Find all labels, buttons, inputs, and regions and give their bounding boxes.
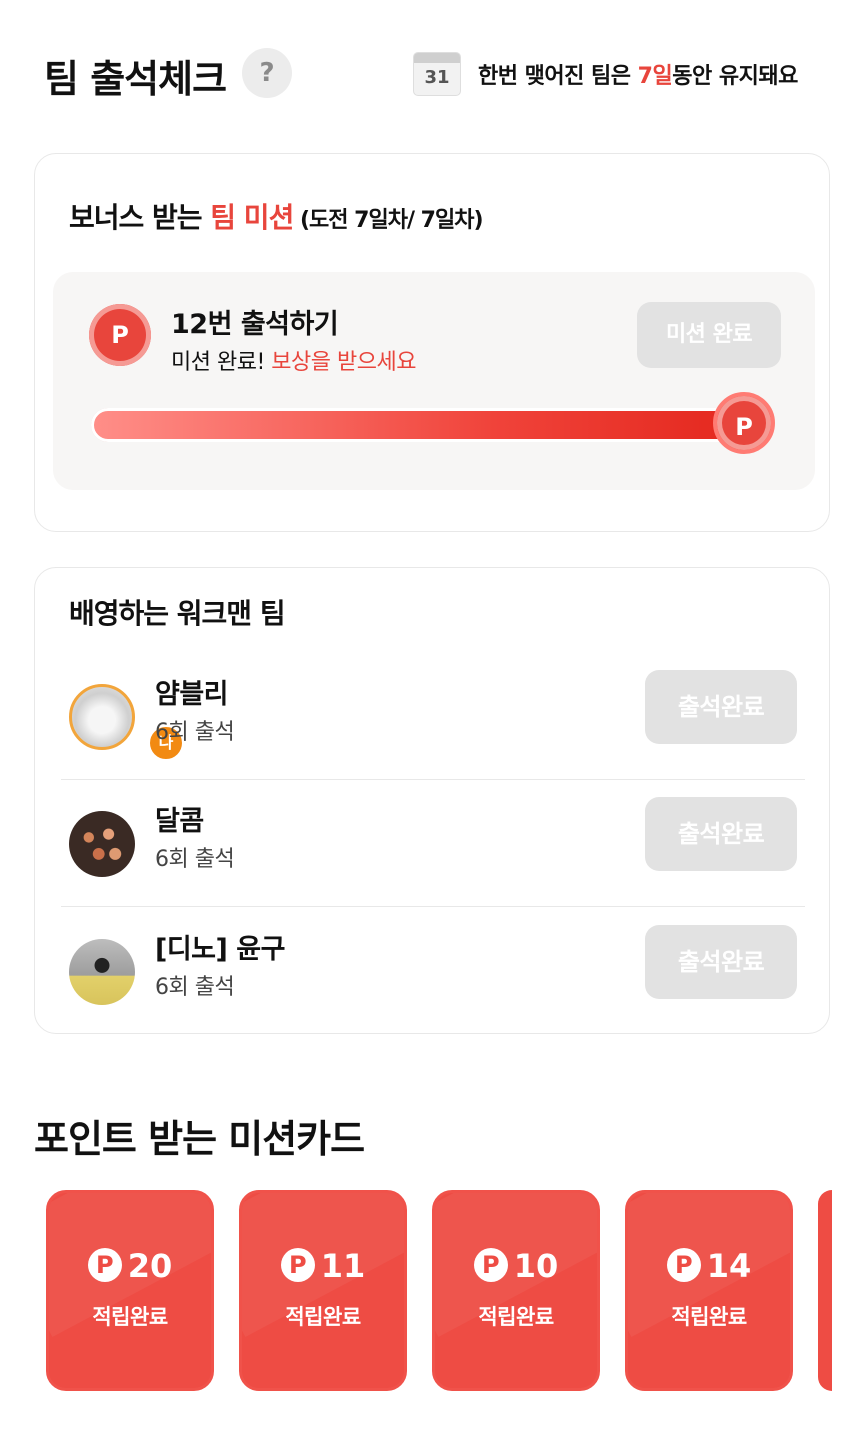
point-card-status: 적립완료 (285, 1305, 361, 1329)
avatar (69, 939, 135, 1005)
page-title: 팀 출석체크 (44, 57, 227, 101)
point-card-status: 적립완료 (671, 1305, 747, 1329)
member-attendance-count: 6회 출석 (155, 975, 235, 1000)
team-title: 배영하는 워크맨 팀 (69, 597, 286, 630)
duration-highlight: 7일 (637, 64, 673, 89)
help-button[interactable]: ? (242, 48, 292, 98)
attendance-complete-button[interactable]: 출석완료 (645, 925, 797, 999)
member-name: 달콤 (155, 806, 204, 837)
divider (61, 906, 805, 907)
member-attendance-count: 6회 출석 (155, 720, 235, 745)
member-row: [디노] 윤구 6회 출석 출석완료 (63, 913, 805, 1039)
member-name: [디노] 윤구 (155, 934, 285, 965)
point-mission-card[interactable]: P 14 적립완료 (625, 1190, 793, 1391)
mission-progress-fill (91, 408, 763, 442)
mission-box: P 12번 출석하기 미션 완료! 보상을 받으세요 미션 완료 P (53, 272, 815, 490)
avatar (69, 811, 135, 877)
mission-name: 12번 출석하기 (171, 309, 339, 340)
point-coin-icon: P (473, 1248, 508, 1282)
point-mission-card[interactable]: P 11 적립완료 (239, 1190, 407, 1391)
mission-cards-title: 포인트 받는 미션카드 (34, 1117, 365, 1161)
member-row: 달콤 6회 출석 출석완료 (63, 785, 805, 911)
member-row: 나 얌블리 6회 출석 출석완료 (63, 658, 805, 784)
mission-status: 미션 완료! 보상을 받으세요 (171, 350, 416, 375)
team-card: 배영하는 워크맨 팀 나 얌블리 6회 출석 출석완료 달콤 6회 출석 출석완… (34, 567, 830, 1034)
point-mission-card-peek[interactable] (818, 1190, 832, 1391)
team-duration-note: 한번 맺어진 팀은 7일동안 유지돼요 (478, 64, 798, 89)
mission-title: 보너스 받는 팀 미션 (도전 7일차/ 7일차) (69, 201, 484, 234)
point-amount: P 20 (49, 1247, 211, 1285)
calendar-icon: 31 (413, 52, 461, 96)
point-amount: P 14 (628, 1247, 790, 1285)
member-attendance-count: 6회 출석 (155, 847, 235, 872)
point-mission-card[interactable]: P 20 적립완료 (46, 1190, 214, 1391)
point-coin-icon: P (87, 1248, 122, 1282)
point-card-status: 적립완료 (478, 1305, 554, 1329)
calendar-date: 31 (424, 67, 450, 88)
header: 팀 출석체크 ? 31 한번 맺어진 팀은 7일동안 유지돼요 (0, 0, 864, 140)
attendance-complete-button[interactable]: 출석완료 (645, 797, 797, 871)
point-coin-icon: P (280, 1248, 315, 1282)
mission-progress-bar (91, 408, 763, 442)
attendance-complete-button[interactable]: 출석완료 (645, 670, 797, 744)
point-mission-card[interactable]: P 10 적립완료 (432, 1190, 600, 1391)
divider (61, 779, 805, 780)
avatar (69, 684, 135, 750)
mission-complete-button[interactable]: 미션 완료 (637, 302, 781, 368)
point-coin-icon: P (89, 304, 151, 366)
point-coin-icon: P (666, 1248, 701, 1282)
point-amount: P 10 (435, 1247, 597, 1285)
member-name: 얌블리 (155, 679, 229, 710)
team-mission-card: 보너스 받는 팀 미션 (도전 7일차/ 7일차) P 12번 출석하기 미션 … (34, 153, 830, 532)
point-amount: P 11 (242, 1247, 404, 1285)
progress-point-icon: P (713, 392, 775, 454)
point-card-status: 적립완료 (92, 1305, 168, 1329)
